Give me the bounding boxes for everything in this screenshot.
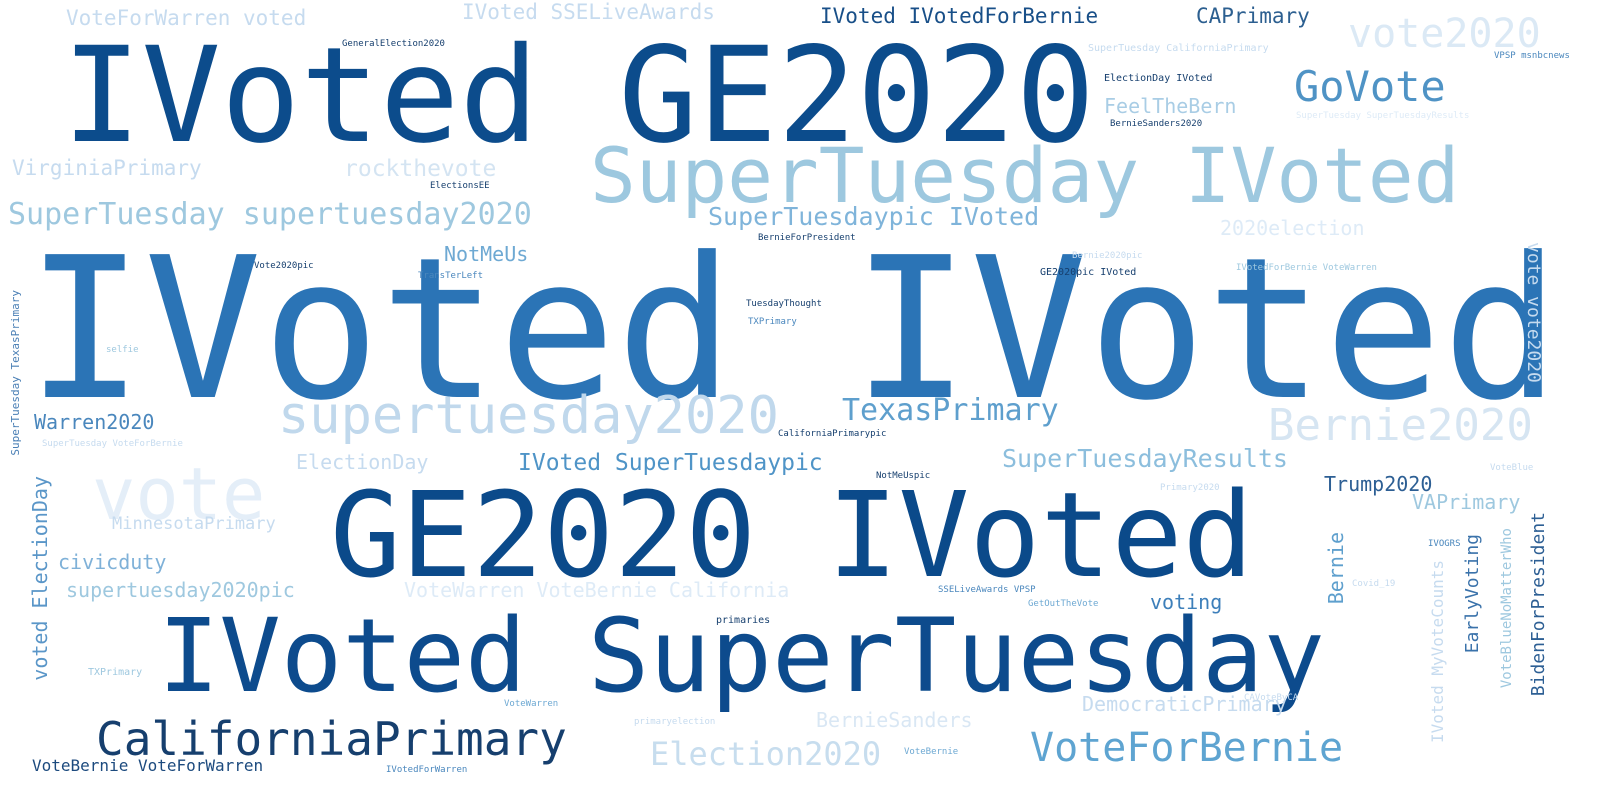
word: VoteForWarren voted: [66, 6, 307, 30]
word: VoteBernie VoteForWarren: [32, 756, 264, 775]
word: 2020election: [1220, 216, 1365, 240]
word: SuperTuesday supertuesday2020: [8, 197, 532, 232]
word: voted ElectionDay: [28, 476, 52, 681]
word: TXPrimary: [88, 667, 143, 678]
word: CaliforniaPrimarypic: [778, 429, 887, 439]
word: ElectionDay IVoted: [1104, 73, 1213, 84]
word: CAVoteByCA: [1244, 693, 1299, 703]
word: EarlyVoting: [1462, 534, 1483, 654]
word: Bernie2020pic: [1072, 251, 1143, 261]
word: SuperTuesday SuperTuesdayResults: [1296, 111, 1470, 121]
word: VoteBlueNoMatterWho: [1499, 528, 1515, 689]
word: TuesdayThought: [746, 299, 822, 309]
word: Warren2020: [34, 410, 155, 434]
word: SuperTuesdaypic IVoted: [708, 202, 1040, 231]
word: BernieSanders2020: [1110, 119, 1203, 129]
word: Covid_19: [1352, 579, 1396, 589]
word: civicduty: [58, 550, 167, 574]
word: voting: [1150, 590, 1223, 614]
word: IVoted IVotedForBernie: [820, 4, 1099, 28]
word: vote vote2020: [1523, 242, 1544, 383]
word: IVoted SSELiveAwards: [462, 0, 715, 24]
word-cloud: IVoted IVoted IVoted GE2020 GE2020 IVote…: [0, 0, 1598, 808]
word: selfie: [106, 345, 139, 355]
word: Bernie: [1324, 532, 1348, 605]
word: GetOutTheVote: [1028, 599, 1099, 609]
word: BernieSanders: [816, 708, 973, 732]
word: VoteBlue: [1490, 463, 1534, 473]
word: FeelTheBern: [1104, 94, 1237, 118]
word: supertuesday2020pic: [66, 578, 295, 602]
word: CAPrimary: [1196, 4, 1310, 28]
word: TransTerLeft: [418, 271, 484, 281]
word: vote2020: [1348, 11, 1541, 57]
word: MinnesotaPrimary: [112, 514, 276, 534]
word: IVoted MyVoteCounts: [1428, 560, 1447, 744]
word: SuperTuesdayResults: [1002, 444, 1288, 473]
word: VoteWarren: [504, 699, 559, 709]
word: IVotedForBernie VoteWarren: [1236, 263, 1377, 273]
word: IVOGRS: [1428, 539, 1461, 549]
word: VAPrimary: [1412, 490, 1521, 514]
word: BernieForPresident: [758, 233, 856, 243]
word: GeneralElection2020: [342, 39, 445, 49]
word: VirginiaPrimary: [12, 156, 202, 180]
word: GoVote: [1294, 62, 1446, 111]
word: supertuesday2020: [278, 386, 779, 446]
word: SuperTuesday VoteForBernie: [42, 439, 183, 449]
word: SSELiveAwards VPSP: [938, 585, 1036, 595]
word: ElectionsEE: [430, 181, 490, 191]
word: primaries: [716, 615, 771, 626]
word: rockthevote: [344, 156, 497, 182]
word: GE2020 IVoted: [330, 466, 1254, 604]
word: Bernie2020: [1268, 400, 1533, 451]
word: VPSP msnbcnews: [1494, 51, 1570, 61]
word: VoteBernie: [904, 747, 959, 757]
word: BidenForPresident: [1528, 512, 1549, 697]
word: IVoted SuperTuesdaypic: [518, 450, 823, 476]
word: TXPrimary: [748, 317, 797, 327]
word: Primary2020: [1160, 483, 1220, 493]
word: IVotedForWarren: [386, 765, 468, 775]
word: ElectionDay: [296, 450, 429, 474]
word: GE2020pic IVoted: [1040, 267, 1137, 278]
word: primaryelection: [634, 717, 716, 727]
word: Election2020: [650, 735, 882, 773]
word: TexasPrimary: [842, 393, 1059, 428]
word: Vote2020pic: [254, 261, 314, 271]
word: VoteForBernie: [1030, 725, 1344, 771]
word: NotMeUs: [444, 242, 529, 266]
word: VoteWarren VoteBernie California: [404, 578, 790, 602]
word: SuperTuesday TexasPrimary: [9, 290, 22, 456]
word: SuperTuesday CaliforniaPrimary: [1088, 43, 1269, 54]
word: NotMeUspic: [876, 471, 931, 481]
